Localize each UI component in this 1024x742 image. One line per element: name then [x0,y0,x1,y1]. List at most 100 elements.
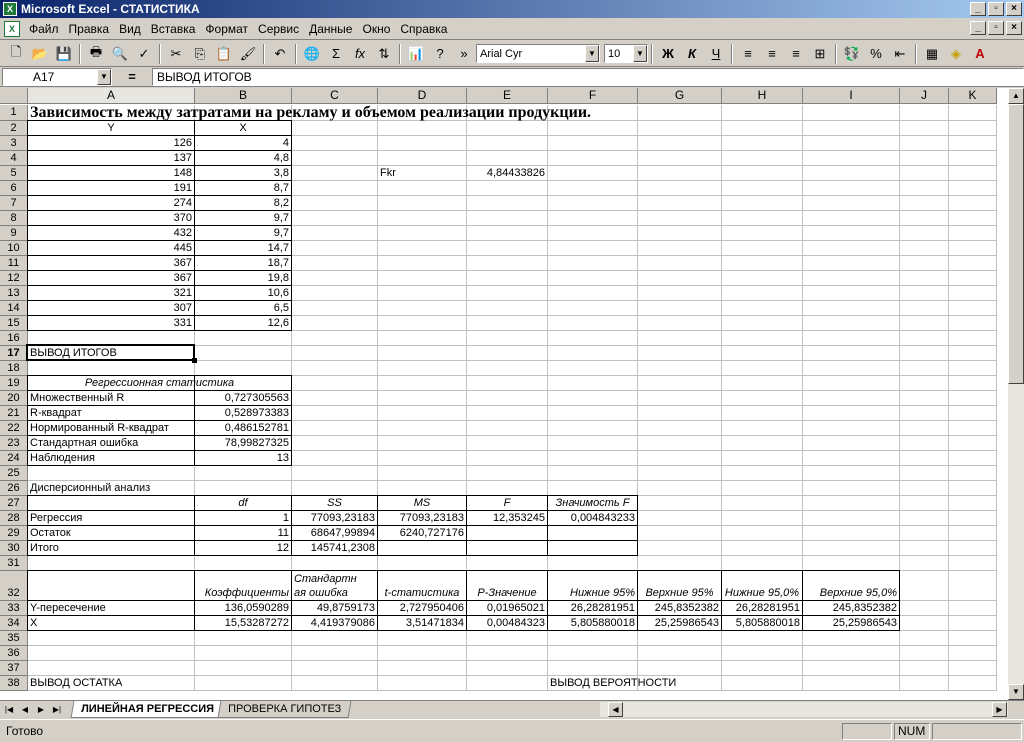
row-header-38[interactable]: 38 [0,676,28,691]
row-header-25[interactable]: 25 [0,466,28,481]
align-right-icon[interactable]: ≡ [785,43,807,65]
column-header-h[interactable]: H [722,88,803,104]
row-header-28[interactable]: 28 [0,511,28,526]
borders-icon[interactable]: ▦ [921,43,943,65]
menu-format[interactable]: Формат [200,22,253,36]
row-header-4[interactable]: 4 [0,151,28,166]
name-box[interactable]: A17 ▼ [2,67,112,86]
row-header-18[interactable]: 18 [0,361,28,376]
column-header-e[interactable]: E [467,88,548,104]
excel-app-icon[interactable]: X [3,2,17,16]
row-header-30[interactable]: 30 [0,541,28,556]
font-size-combo[interactable]: 10 ▼ [604,44,648,63]
minimize-button[interactable]: _ [970,2,986,16]
cut-icon[interactable]: ✂ [165,43,187,65]
row-header-3[interactable]: 3 [0,136,28,151]
row-header-14[interactable]: 14 [0,301,28,316]
column-header-a[interactable]: A [28,88,195,104]
column-header-j[interactable]: J [900,88,949,104]
column-header-d[interactable]: D [378,88,467,104]
copy-icon[interactable]: ⎘ [189,43,211,65]
row-header-33[interactable]: 33 [0,601,28,616]
row-header-15[interactable]: 15 [0,316,28,331]
row-header-16[interactable]: 16 [0,331,28,346]
align-left-icon[interactable]: ≡ [737,43,759,65]
chevron-down-icon[interactable]: ▼ [633,45,647,62]
row-header-31[interactable]: 31 [0,556,28,571]
preview-icon[interactable]: 🔍 [109,43,131,65]
menu-file[interactable]: Файл [24,22,64,36]
selected-cell-a17[interactable] [26,344,195,361]
row-header-19[interactable]: 19 [0,376,28,391]
menu-data[interactable]: Данные [304,22,357,36]
doc-close-button[interactable]: × [1006,21,1022,35]
italic-button[interactable]: К [681,43,703,65]
align-center-icon[interactable]: ≡ [761,43,783,65]
row-header-26[interactable]: 26 [0,481,28,496]
chevron-down-icon[interactable]: ▼ [97,68,111,85]
row-header-24[interactable]: 24 [0,451,28,466]
menu-insert[interactable]: Вставка [146,22,201,36]
spelling-icon[interactable]: ✓ [133,43,155,65]
help-icon[interactable]: ? [429,43,451,65]
menu-help[interactable]: Справка [395,22,452,36]
font-name-combo[interactable]: Arial Cyr ▼ [476,44,600,63]
merge-center-icon[interactable]: ⊞ [809,43,831,65]
row-header-21[interactable]: 21 [0,406,28,421]
row-header-27[interactable]: 27 [0,496,28,511]
last-sheet-icon[interactable]: ▶| [50,703,64,717]
row-header-29[interactable]: 29 [0,526,28,541]
font-color-icon[interactable]: A [969,43,991,65]
row-header-12[interactable]: 12 [0,271,28,286]
vertical-scrollbar[interactable]: ▲ ▼ [1008,88,1024,700]
row-header-9[interactable]: 9 [0,226,28,241]
prev-sheet-icon[interactable]: ◀ [18,703,32,717]
workbook-icon[interactable]: X [4,20,20,37]
percent-button[interactable]: % [865,43,887,65]
scroll-right-icon[interactable]: ▶ [992,702,1007,717]
row-header-36[interactable]: 36 [0,646,28,661]
tab-hypothesis-test[interactable]: ПРОВЕРКА ГИПОТЕЗ [217,701,352,718]
row-header-22[interactable]: 22 [0,421,28,436]
row-header-34[interactable]: 34 [0,616,28,631]
menu-view[interactable]: Вид [114,22,146,36]
bold-button[interactable]: Ж [657,43,679,65]
print-icon[interactable]: 🖶 [85,43,107,65]
next-sheet-icon[interactable]: ▶ [34,703,48,717]
first-sheet-icon[interactable]: |◀ [2,703,16,717]
row-header-35[interactable]: 35 [0,631,28,646]
column-header-f[interactable]: F [548,88,638,104]
format-painter-icon[interactable]: 🖌 [237,43,259,65]
row-header-23[interactable]: 23 [0,436,28,451]
fill-handle[interactable] [192,358,197,363]
fill-color-icon[interactable]: ◈ [945,43,967,65]
function-icon[interactable]: fx [349,43,371,65]
row-header-7[interactable]: 7 [0,196,28,211]
row-header-2[interactable]: 2 [0,121,28,136]
column-header-k[interactable]: K [949,88,997,104]
row-header-1[interactable]: 1 [0,105,28,121]
save-icon[interactable]: 💾 [53,43,75,65]
close-button[interactable]: × [1006,2,1022,16]
column-header-b[interactable]: B [195,88,292,104]
more-icon[interactable]: » [453,43,475,65]
column-header-c[interactable]: C [292,88,378,104]
undo-icon[interactable]: ↶ [269,43,291,65]
new-icon[interactable]: 🗋 [5,43,27,65]
autosum-icon[interactable]: Σ [325,43,347,65]
spreadsheet-grid[interactable]: A B C D E F G H I J K 1 2 3 4 5 6 7 8 9 10 11 12 13 14 15 16 17 18 19… [0,88,1008,700]
currency-icon[interactable]: 💱 [841,43,863,65]
doc-restore-button[interactable]: ▫ [988,21,1004,35]
row-header-8[interactable]: 8 [0,211,28,226]
open-icon[interactable]: 📂 [29,43,51,65]
scroll-down-icon[interactable]: ▼ [1008,684,1024,700]
row-header-17[interactable]: 17 [0,346,28,361]
formula-input[interactable]: ВЫВОД ИТОГОВ [152,67,1024,86]
row-header-20[interactable]: 20 [0,391,28,406]
row-header-13[interactable]: 13 [0,286,28,301]
paste-icon[interactable]: 📋 [213,43,235,65]
menu-window[interactable]: Окно [357,22,395,36]
row-header-11[interactable]: 11 [0,256,28,271]
menu-tools[interactable]: Сервис [253,22,304,36]
horizontal-scrollbar[interactable]: ◀ ▶ [600,702,1008,717]
